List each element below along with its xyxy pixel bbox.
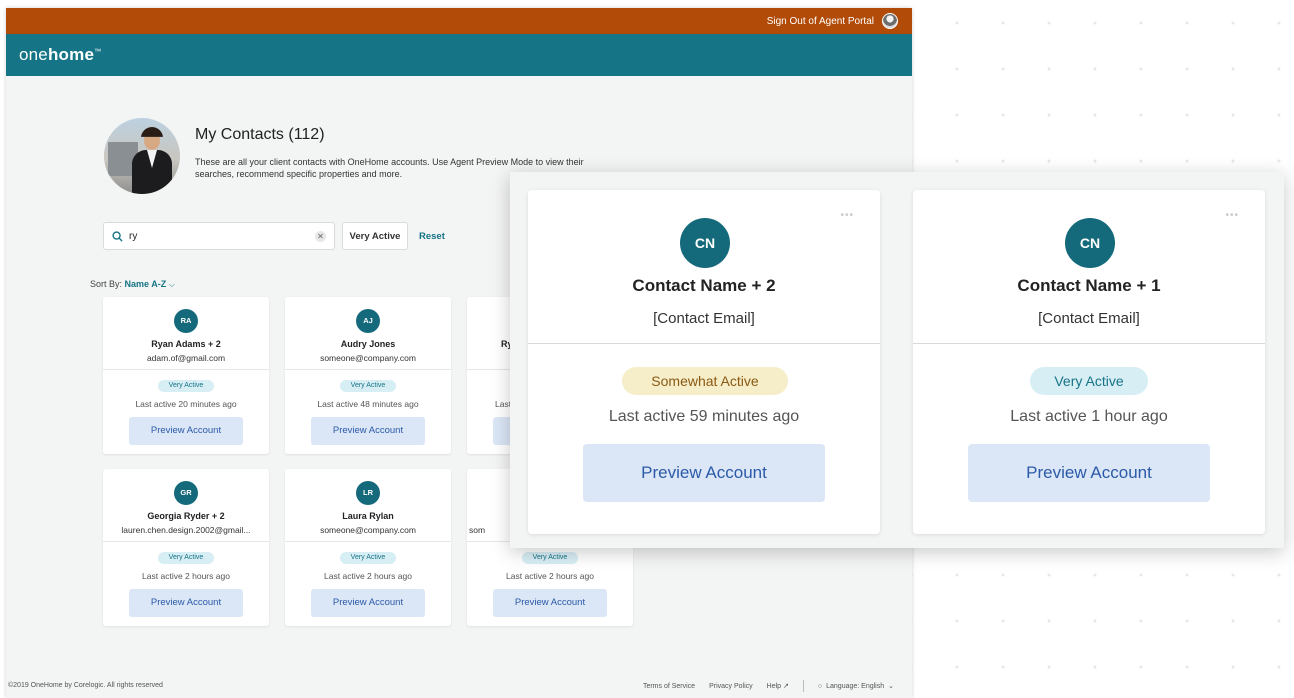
copyright-text: ©2019 OneHome by Corelogic. All rights r… (8, 682, 163, 689)
sort-control[interactable]: Sort By: Name A-Z ⌵ (90, 279, 175, 290)
last-active-text: Last active 59 minutes ago (608, 408, 800, 425)
sign-out-link[interactable]: Sign Out of Agent Portal (767, 16, 874, 27)
preview-account-button[interactable]: Preview Account (311, 589, 425, 617)
zoomed-cards-overlay: ••• CN Contact Name + 2 [Contact Email] … (510, 172, 1284, 548)
preview-account-button[interactable]: Preview Account (129, 417, 243, 445)
help-link[interactable]: Help ↗ (767, 682, 789, 690)
card-divider (528, 343, 880, 344)
reset-link[interactable]: Reset (419, 231, 445, 242)
sort-label: Sort By: (90, 279, 123, 289)
chevron-down-icon[interactable]: ⌵ (169, 280, 175, 289)
brand-bar: onehome™ (6, 34, 912, 76)
help-label: Help (766, 683, 782, 690)
last-active-text: Last active 2 hours ago (506, 571, 594, 581)
contact-email: lauren.chen.design.2002@gmail... (121, 525, 251, 535)
status-badge: Very Active (522, 552, 578, 564)
contact-avatar: CN (680, 218, 730, 268)
language-label: Language: English (826, 682, 885, 690)
last-active-text: Last active 2 hours ago (142, 571, 230, 581)
contact-card: LR Laura Rylan someone@company.com Very … (285, 469, 451, 626)
footer-links: Terms of Service Privacy Policy Help ↗ ○… (643, 680, 894, 692)
activity-filter-button[interactable]: Very Active (342, 222, 408, 250)
contact-email: [Contact Email] (653, 310, 755, 327)
page-footer: ©2019 OneHome by Corelogic. All rights r… (6, 677, 912, 697)
preview-account-button[interactable]: Preview Account (968, 444, 1210, 502)
last-active-text: Last active 2 hours ago (324, 571, 412, 581)
contact-email: someone@company.com (320, 353, 416, 363)
search-input[interactable] (129, 230, 315, 242)
language-selector[interactable]: ○ Language: English ⌄ (817, 682, 894, 691)
globe-icon: ○ (817, 682, 823, 690)
card-divider (103, 541, 269, 542)
preview-account-button[interactable]: Preview Account (583, 444, 825, 502)
preview-account-button[interactable]: Preview Account (493, 589, 607, 617)
sort-value[interactable]: Name A-Z (125, 279, 167, 289)
contact-avatar: RA (174, 309, 198, 333)
card-divider (285, 541, 451, 542)
contact-card: GR Georgia Ryder + 2 lauren.chen.design.… (103, 469, 269, 626)
agent-avatar[interactable] (882, 13, 898, 29)
external-link-icon: ↗ (783, 683, 789, 690)
card-divider (103, 369, 269, 370)
logo-trademark: ™ (94, 48, 102, 56)
logo-text-one: one (19, 45, 48, 64)
clear-search-icon[interactable]: ✕ (315, 230, 326, 242)
more-options-icon[interactable]: ••• (1225, 210, 1239, 221)
preview-account-button[interactable]: Preview Account (129, 589, 243, 617)
terms-link[interactable]: Terms of Service (643, 683, 695, 690)
status-badge: Very Active (1030, 367, 1148, 395)
agent-topbar: Sign Out of Agent Portal (6, 8, 912, 34)
contact-avatar: CN (1065, 218, 1115, 268)
contact-name: Contact Name + 2 (632, 276, 776, 295)
agent-photo (104, 118, 180, 194)
chevron-down-icon: ⌄ (888, 683, 894, 690)
status-badge: Very Active (158, 552, 214, 564)
contact-avatar: AJ (356, 309, 380, 333)
contact-name: Contact Name + 1 (1017, 276, 1161, 295)
last-active-text: Last active 20 minutes ago (135, 399, 237, 409)
contact-avatar: GR (174, 481, 198, 505)
more-options-icon[interactable]: ••• (840, 210, 854, 221)
privacy-link[interactable]: Privacy Policy (709, 683, 753, 690)
contact-card: RA Ryan Adams + 2 adam.of@gmail.com Very… (103, 297, 269, 454)
contact-avatar: LR (356, 481, 380, 505)
contact-name: Laura Rylan (342, 511, 394, 521)
preview-account-button[interactable]: Preview Account (311, 417, 425, 445)
contact-card-large: ••• CN Contact Name + 2 [Contact Email] … (528, 190, 880, 534)
contact-card-large: ••• CN Contact Name + 1 [Contact Email] … (913, 190, 1265, 534)
contact-email: someone@company.com (320, 525, 416, 535)
search-icon (112, 230, 123, 242)
search-box[interactable]: ✕ (103, 222, 335, 250)
status-badge: Very Active (340, 552, 396, 564)
contact-email: adam.of@gmail.com (146, 353, 226, 363)
contact-name: Georgia Ryder + 2 (147, 511, 225, 521)
card-divider (285, 369, 451, 370)
contact-card: AJ Audry Jones someone@company.com Very … (285, 297, 451, 454)
last-active-text: Last active 1 hour ago (1010, 408, 1168, 425)
contact-name: Ryan Adams + 2 (151, 339, 221, 349)
contact-email: [Contact Email] (1038, 310, 1140, 327)
onehome-logo[interactable]: onehome™ (19, 45, 101, 65)
status-badge: Very Active (158, 380, 214, 392)
contact-name: Audry Jones (340, 339, 396, 349)
status-badge: Very Active (340, 380, 396, 392)
status-badge: Somewhat Active (622, 367, 788, 395)
footer-divider (802, 680, 804, 692)
page-title: My Contacts (112) (195, 126, 325, 143)
logo-text-home: home (47, 45, 95, 64)
card-divider (913, 343, 1265, 344)
last-active-text: Last active 48 minutes ago (317, 399, 419, 409)
